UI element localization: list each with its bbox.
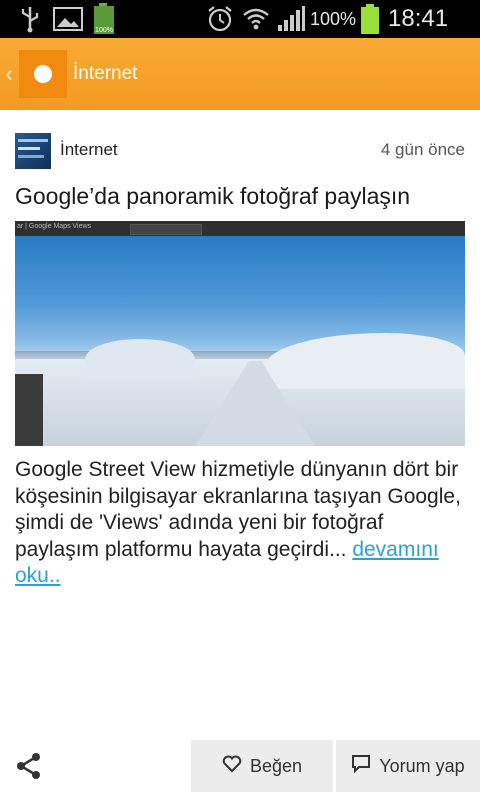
comment-button[interactable]: Yorum yap	[336, 740, 480, 792]
article-headline[interactable]: Google’da panoramik fotoğraf paylaşın	[15, 183, 410, 210]
app-logo-dot	[34, 65, 52, 83]
article-image[interactable]: ar | Google Maps Views	[15, 221, 465, 446]
small-battery-label: 100%	[95, 27, 113, 34]
wifi-icon	[242, 0, 270, 38]
battery-small-icon: 100%	[92, 0, 116, 38]
source-thumbnail[interactable]	[15, 133, 51, 169]
image-caption: ar | Google Maps Views	[17, 223, 92, 230]
heart-icon	[222, 755, 242, 778]
comment-label: Yorum yap	[379, 755, 465, 776]
battery-percent: 100%	[310, 9, 357, 29]
status-bar: 100% 100% 18:41	[0, 0, 480, 38]
like-label: Beğen	[249, 755, 303, 776]
share-icon[interactable]	[15, 752, 43, 780]
time-ago: 4 gün önce	[380, 140, 465, 159]
signal-icon	[276, 0, 306, 38]
comment-icon	[351, 754, 371, 779]
usb-icon	[18, 0, 42, 38]
app-logo-icon[interactable]	[19, 50, 67, 98]
action-bar: ‹ İnternet	[0, 38, 480, 110]
battery-icon	[359, 0, 381, 38]
source-name[interactable]: İnternet	[60, 140, 118, 160]
page-title[interactable]: İnternet	[73, 38, 137, 110]
like-button[interactable]: Beğen	[191, 740, 333, 792]
clock: 18:41	[388, 5, 449, 32]
image-icon	[53, 0, 83, 38]
chevron-left-icon[interactable]: ‹	[0, 38, 18, 110]
alarm-icon	[206, 0, 234, 38]
article-summary: Google Street View hizmetiyle dünyanın d…	[15, 457, 470, 590]
